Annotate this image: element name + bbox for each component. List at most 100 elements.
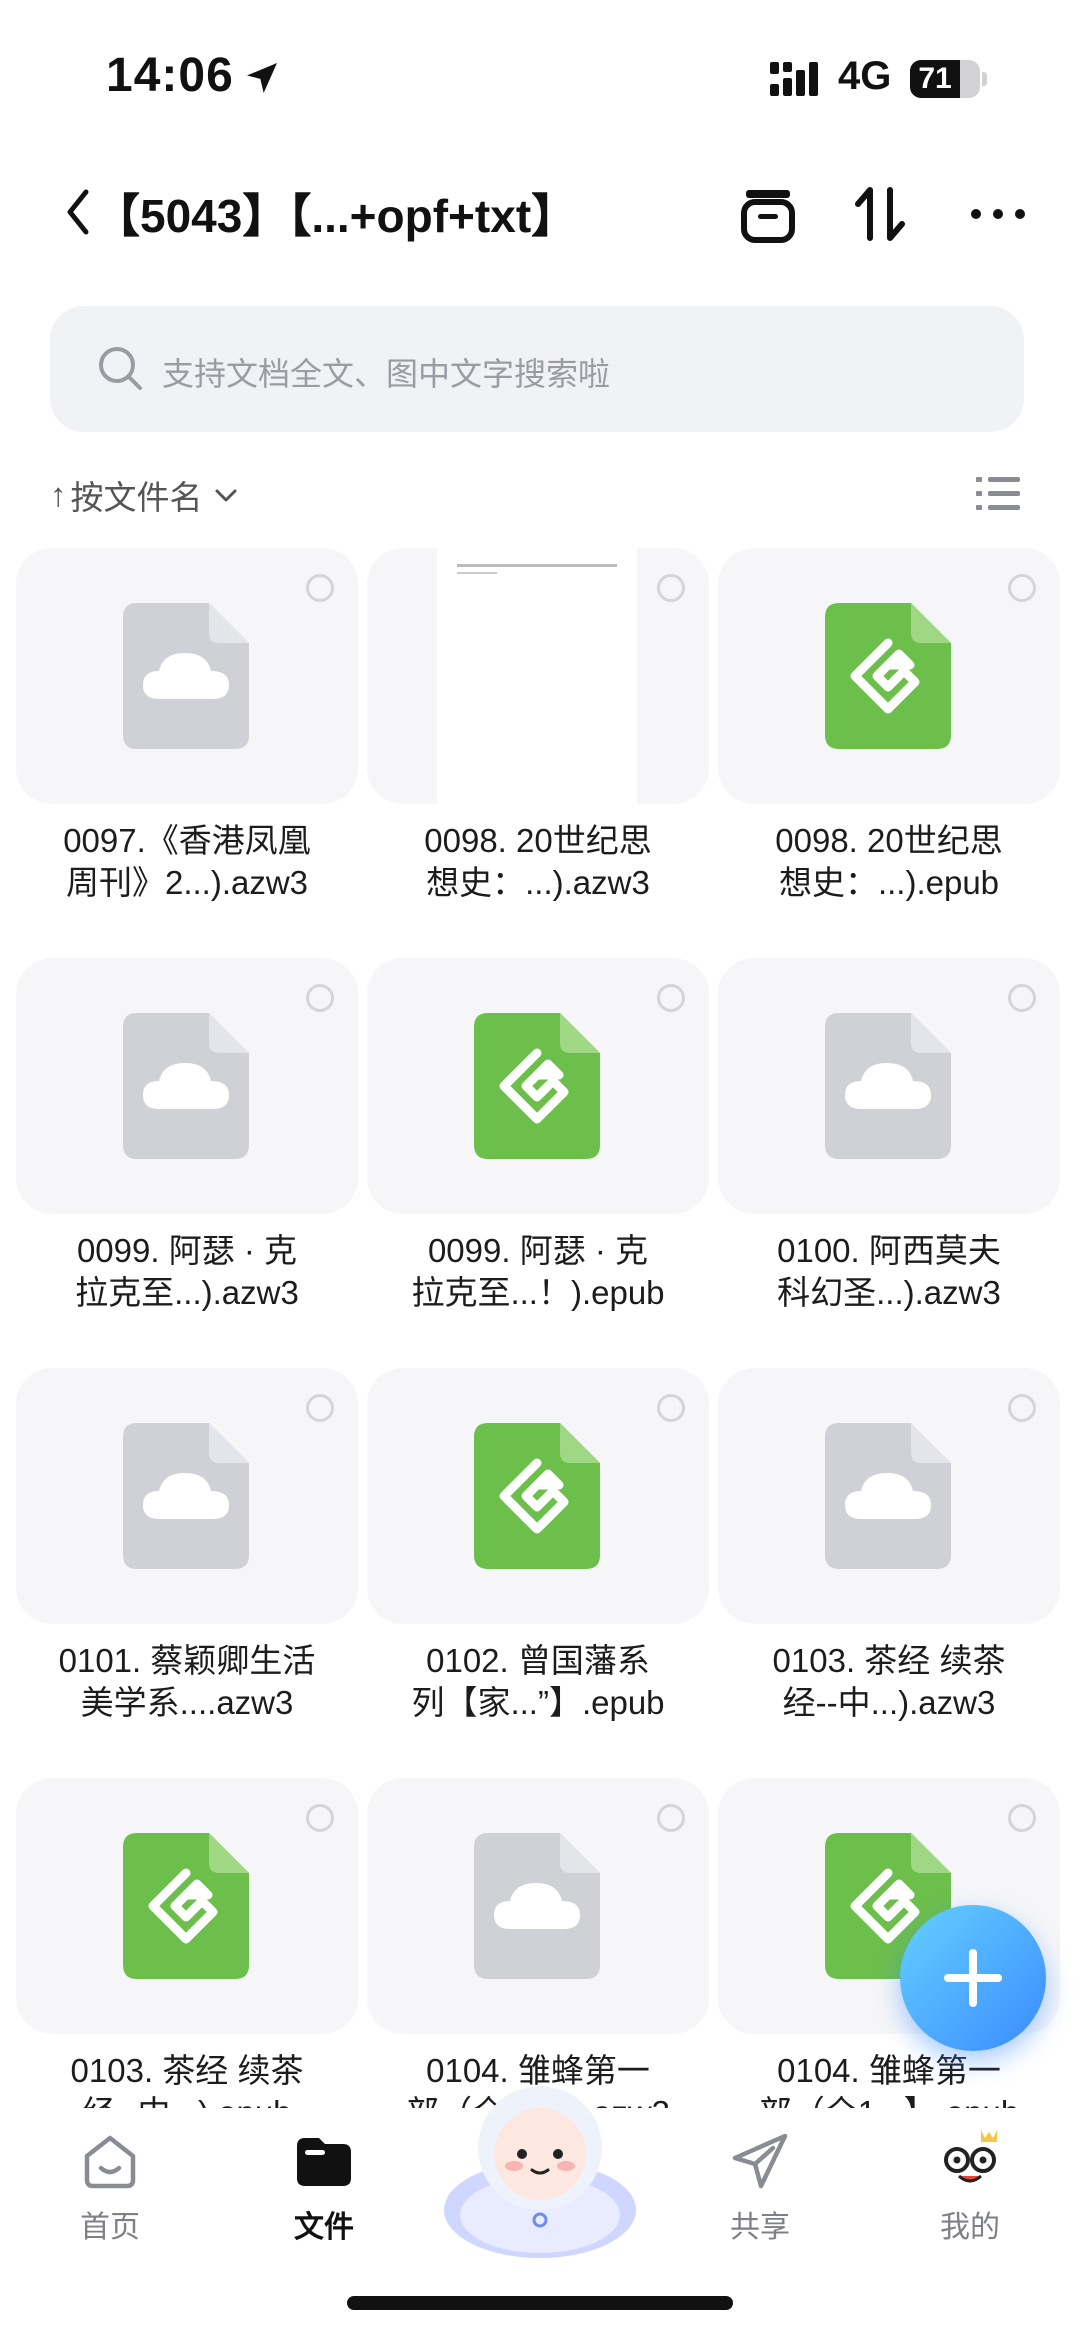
sort-label: 按文件名 [70, 479, 203, 516]
file-thumbnail [367, 1778, 709, 2034]
select-radio[interactable] [306, 1804, 334, 1832]
file-item[interactable]: 0098. 20世纪思 想史：...).azw3 [367, 548, 709, 948]
file-thumbnail [718, 958, 1060, 1214]
file-name: 0103. 茶经 续茶 经--中...).epub [16, 2050, 358, 2108]
mascot-icon[interactable] [440, 2070, 640, 2260]
tab-profile-label: 我的 [940, 2211, 1000, 2244]
battery-cap [982, 72, 987, 86]
file-item[interactable]: 0103. 茶经 续茶 经--中...).azw3 [718, 1368, 1060, 1768]
tab-files-label: 文件 [294, 2211, 354, 2244]
file-name: 0102. 曾国藩系 列【家...”】.epub [367, 1640, 709, 1724]
file-name-line2: 想史：...).epub [778, 864, 1000, 901]
file-thumbnail [367, 548, 709, 804]
file-name: 0104. 雏蜂第一 部（全1...】.epub [718, 2050, 1060, 2108]
file-thumbnail [16, 958, 358, 1214]
file-name-line1: 0098. 20世纪思 [424, 822, 652, 859]
select-radio[interactable] [1008, 1394, 1036, 1422]
status-bar: 14:06 4G 71 [0, 0, 1080, 150]
file-item[interactable]: 0099. 阿瑟 · 克 拉克至...).azw3 [16, 958, 358, 1358]
select-radio[interactable] [657, 574, 685, 602]
tab-home-label: 首页 [80, 2211, 140, 2244]
file-name: 0100. 阿西莫夫 科幻圣...).azw3 [718, 1230, 1060, 1314]
status-time: 14:06 [106, 49, 234, 102]
file-thumbnail [16, 548, 358, 804]
file-name-line1: 0099. 阿瑟 · 克 [76, 1232, 298, 1269]
file-name-line1: 0098. 20世纪思 [775, 822, 1003, 859]
file-name-line1: 0104. 雏蜂第一 [777, 2052, 1001, 2089]
battery-level: 71 [918, 62, 952, 95]
select-radio[interactable] [657, 1804, 685, 1832]
select-radio[interactable] [1008, 984, 1036, 1012]
epub-file-icon [474, 1423, 600, 1569]
search-icon [99, 347, 142, 390]
file-name-line2: 拉克至...).azw3 [75, 1274, 299, 1311]
cloud-file-icon [825, 1423, 951, 1569]
file-name-line2: 周刊》2...).azw3 [65, 864, 309, 901]
sort-order-icon[interactable] [848, 182, 912, 246]
file-name: 0099. 阿瑟 · 克 拉克至...).azw3 [16, 1230, 358, 1314]
sort-selector[interactable]: ↑ 按文件名 [50, 470, 239, 520]
cloud-file-icon [825, 1013, 951, 1159]
file-item[interactable]: 0098. 20世纪思 想史：...).epub [718, 548, 1060, 948]
file-item[interactable]: 0097.《香港凤凰 周刊》2...).azw3 [16, 548, 358, 948]
file-thumbnail [367, 958, 709, 1214]
file-name-line2: 部（全1...】.epub [718, 2092, 1060, 2108]
file-item[interactable]: 0102. 曾国藩系 列【家...”】.epub [367, 1368, 709, 1768]
folder-icon [297, 2138, 351, 2186]
file-name-line2: 拉克至...！).epub [411, 1274, 665, 1311]
file-name-line1: 0100. 阿西莫夫 [777, 1232, 1001, 1269]
battery-icon: 71 [910, 60, 980, 98]
file-name: 0099. 阿瑟 · 克 拉克至...！).epub [367, 1230, 709, 1314]
select-radio[interactable] [657, 984, 685, 1012]
chevron-down-icon [215, 489, 236, 502]
archive-icon[interactable] [736, 182, 800, 246]
tab-profile[interactable]: 我的 [910, 2128, 1030, 2248]
share-icon [732, 2133, 788, 2189]
more-icon[interactable] [966, 182, 1030, 246]
select-radio[interactable] [1008, 574, 1036, 602]
file-thumbnail [718, 548, 1060, 804]
select-radio[interactable] [306, 984, 334, 1012]
file-name: 0103. 茶经 续茶 经--中...).azw3 [718, 1640, 1060, 1724]
tab-files[interactable]: 文件 [264, 2128, 384, 2248]
file-name: 0098. 20世纪思 想史：...).epub [718, 820, 1060, 904]
select-radio[interactable] [306, 1394, 334, 1422]
file-name-line1: 0097.《香港凤凰 [63, 822, 311, 859]
search-input[interactable]: 支持文档全文、图中文字搜索啦 [50, 306, 1024, 432]
file-name-line2: 美学系....azw3 [80, 1684, 294, 1721]
file-name-line2: 想史：...).azw3 [426, 864, 650, 901]
plus-icon [944, 1949, 1002, 2007]
signal-icon [770, 62, 818, 96]
file-name-line1: 0099. 阿瑟 · 克 [427, 1232, 649, 1269]
file-item[interactable]: 0103. 茶经 续茶 经--中...).epub [16, 1778, 358, 2108]
cloud-file-icon [123, 603, 249, 749]
sort-arrow-up-icon: ↑ [50, 476, 67, 513]
location-arrow-icon [247, 63, 277, 93]
file-name: 0101. 蔡颖卿生活 美学系....azw3 [16, 1640, 358, 1724]
select-radio[interactable] [657, 1394, 685, 1422]
back-chevron-icon[interactable] [58, 182, 98, 242]
file-item[interactable]: 0100. 阿西莫夫 科幻圣...).azw3 [718, 958, 1060, 1358]
file-preview [437, 548, 637, 804]
tab-share-label: 共享 [730, 2211, 790, 2244]
search-placeholder: 支持文档全文、图中文字搜索啦 [162, 356, 611, 392]
file-thumbnail [718, 1368, 1060, 1624]
epub-file-icon [123, 1833, 249, 1979]
cloud-file-icon [123, 1423, 249, 1569]
network-type: 4G [838, 54, 892, 98]
tab-share[interactable]: 共享 [700, 2128, 820, 2248]
file-item[interactable]: 0104. 雏蜂第一 部（全1...】.azw3 [367, 1778, 709, 2108]
file-name-line2: 科幻圣...).azw3 [777, 1274, 1001, 1311]
file-name-line1: 0102. 曾国藩系 [426, 1642, 650, 1679]
file-item[interactable]: 0099. 阿瑟 · 克 拉克至...！).epub [367, 958, 709, 1358]
file-name-line1: 0101. 蔡颖卿生活 [58, 1642, 316, 1679]
select-radio[interactable] [306, 574, 334, 602]
add-button[interactable] [900, 1905, 1046, 2051]
epub-file-icon [474, 1013, 600, 1159]
file-item[interactable]: 0101. 蔡颖卿生活 美学系....azw3 [16, 1368, 358, 1768]
tab-home[interactable]: 首页 [50, 2128, 170, 2248]
select-radio[interactable] [1008, 1804, 1036, 1832]
file-name: 0098. 20世纪思 想史：...).azw3 [367, 820, 709, 904]
file-name-line2: 列【家...”】.epub [411, 1684, 665, 1721]
list-view-icon[interactable] [976, 474, 1020, 514]
